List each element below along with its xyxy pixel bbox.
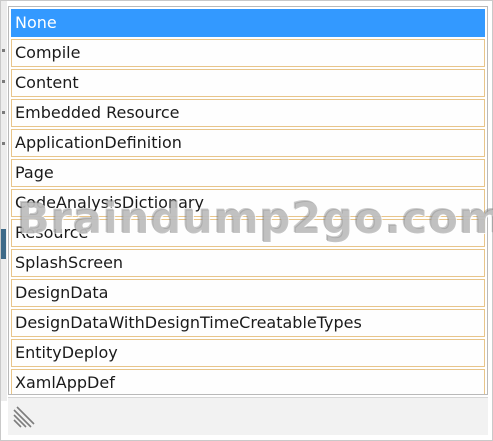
list-item-content[interactable]: Content: [11, 69, 485, 97]
list-item-design-data-with-design-time-creatable-types[interactable]: DesignDataWithDesignTimeCreatableTypes: [11, 309, 485, 337]
popup-footer: [8, 397, 488, 435]
background-marker: [2, 142, 5, 145]
list-item-none[interactable]: None: [11, 9, 485, 37]
background-marker: [2, 111, 5, 114]
list-item-xaml-app-def[interactable]: XamlAppDef: [11, 369, 485, 394]
dropdown-popup: None Compile Content Embedded Resource A…: [0, 0, 493, 441]
background-marker: [2, 80, 5, 83]
list-item-entity-deploy[interactable]: EntityDeploy: [11, 339, 485, 367]
build-action-list[interactable]: None Compile Content Embedded Resource A…: [8, 6, 488, 395]
list-item-embedded-resource[interactable]: Embedded Resource: [11, 99, 485, 127]
list-item-design-data[interactable]: DesignData: [11, 279, 485, 307]
list-item-compile[interactable]: Compile: [11, 39, 485, 67]
list-item-resource[interactable]: Resource: [11, 219, 485, 247]
list-item-application-definition[interactable]: ApplicationDefinition: [11, 129, 485, 157]
list-item-code-analysis-dictionary[interactable]: CodeAnalysisDictionary: [11, 189, 485, 217]
background-marker: [2, 49, 5, 52]
list-item-splash-screen[interactable]: SplashScreen: [11, 249, 485, 277]
list-item-page[interactable]: Page: [11, 159, 485, 187]
background-window-strip: [1, 1, 7, 401]
background-tab: [1, 229, 6, 259]
resize-grip-icon[interactable]: [13, 406, 35, 428]
